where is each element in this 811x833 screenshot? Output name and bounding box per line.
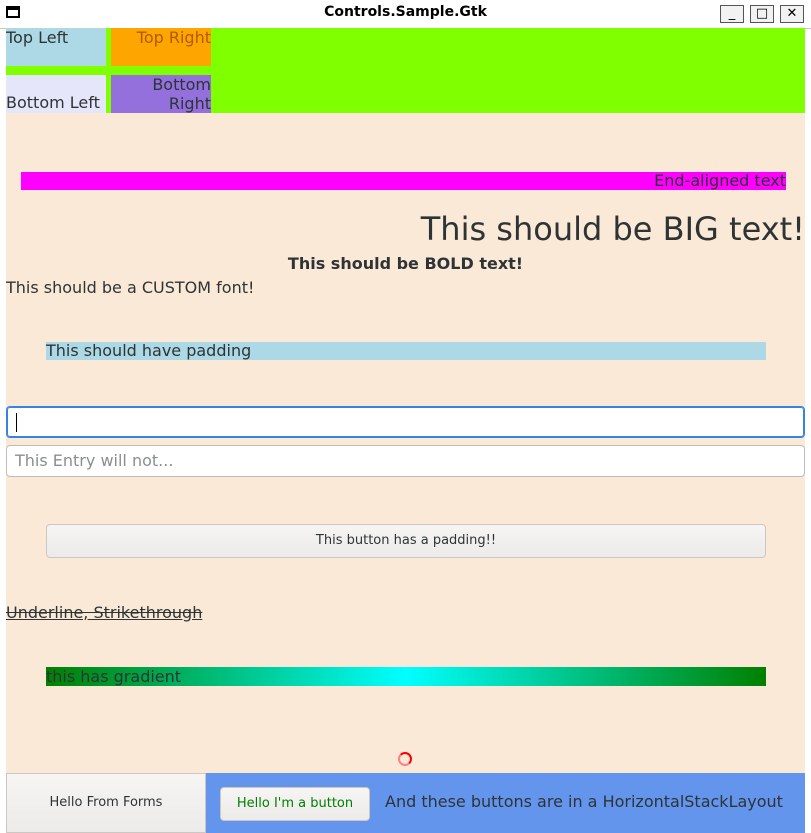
- gradient-label: this has gradient: [46, 667, 766, 686]
- grid-cell-bottom-left: Bottom Left: [6, 75, 106, 113]
- decorated-label: Underline, Strikethrough: [6, 603, 203, 622]
- page-content: Top Left Top Right Bottom Left Bottom Ri…: [6, 28, 805, 833]
- hello-forms-button[interactable]: Hello From Forms: [6, 773, 206, 833]
- hello-button[interactable]: Hello I'm a button: [220, 787, 370, 821]
- grid-cell-top-right: Top Right: [111, 28, 211, 66]
- custom-font-label: This should be a CUSTOM font!: [6, 278, 255, 297]
- disabled-entry[interactable]: This Entry will not...: [6, 445, 805, 477]
- maximize-button[interactable]: □: [750, 5, 774, 23]
- padding-label: This should have padding: [46, 342, 766, 360]
- text-entry[interactable]: [6, 406, 805, 438]
- horizontal-stack-label: And these buttons are in a HorizontalSta…: [385, 792, 783, 811]
- grid-layout: Top Left Top Right Bottom Left Bottom Ri…: [6, 28, 805, 113]
- grid-cell-top-left: Top Left: [6, 28, 106, 66]
- minimize-button[interactable]: _: [720, 5, 744, 23]
- window-title: Controls.Sample.Gtk: [324, 4, 487, 20]
- text-caret: [16, 413, 17, 432]
- big-text-label: This should be BIG text!: [420, 210, 805, 248]
- horizontal-stack-layout: Hello I'm a button And these buttons are…: [206, 773, 805, 833]
- window-titlebar: Controls.Sample.Gtk _ □ ✕: [0, 0, 811, 29]
- grid-cell-bottom-right: Bottom Right: [111, 75, 211, 113]
- padding-button[interactable]: This button has a padding!!: [46, 524, 766, 558]
- bold-text-label: This should be BOLD text!: [287, 254, 524, 273]
- close-button[interactable]: ✕: [780, 5, 804, 23]
- activity-indicator: [398, 752, 412, 766]
- end-aligned-label: End-aligned text: [21, 172, 786, 190]
